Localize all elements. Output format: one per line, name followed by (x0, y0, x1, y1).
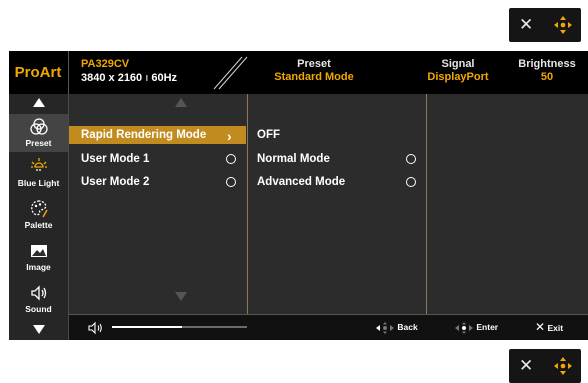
bottom-key-cap: ✕ (509, 349, 581, 383)
back-label: Back (397, 322, 418, 332)
sidebar-item-sound[interactable]: Sound (9, 283, 68, 319)
preset-status: Preset Standard Mode (249, 58, 379, 84)
resolution-info: 3840 x 2160 ı 60Hz (81, 72, 178, 84)
submenu-item-label: Normal Mode (257, 153, 330, 165)
resolution-value: 3840 x 2160 (81, 72, 143, 84)
brightness-value: 50 (540, 71, 554, 83)
osd-footer: Back Enter ✕ Exit (69, 314, 588, 340)
submenu-item-off[interactable]: OFF (245, 126, 425, 144)
signal-status: Signal DisplayPort (413, 58, 503, 84)
radio-button-icon[interactable] (406, 154, 416, 164)
sidebar-item-blue-light[interactable]: Blue Light (9, 157, 68, 193)
radio-button-icon[interactable] (226, 154, 236, 164)
brightness-status: Brightness 50 (509, 58, 585, 84)
menu-item-user-mode-1[interactable]: User Mode 1 (69, 150, 246, 168)
osd-header: ProArt PA329CV 3840 x 2160 ı 60Hz Preset… (9, 51, 588, 94)
preset-icon (29, 118, 48, 135)
brightness-label: Brightness (518, 58, 576, 70)
submenu-item-label: Advanced Mode (257, 176, 346, 188)
menu-item-label: User Mode 1 (81, 153, 150, 165)
sidebar-item-palette[interactable]: Palette (9, 199, 68, 235)
blue-light-icon (30, 158, 47, 171)
palette-icon (30, 200, 48, 218)
top-key-cap: ✕ (509, 8, 581, 42)
close-icon[interactable]: ✕ (519, 16, 533, 34)
radio-button-icon[interactable] (406, 177, 416, 187)
preset-label: Preset (297, 58, 331, 70)
joystick-left-icon (376, 321, 394, 334)
header-slash-decoration (213, 56, 248, 90)
chevron-right-icon: › (227, 128, 232, 144)
sidebar-scroll-up-icon[interactable] (33, 98, 45, 107)
exit-hint: ✕ Exit (535, 320, 563, 335)
menu-item-label: User Mode 2 (81, 176, 150, 188)
menu-item-rapid-rendering-mode[interactable]: Rapid Rendering Mode › (69, 126, 246, 144)
sidebar-item-label: Preset (25, 138, 52, 148)
submenu-item-normal-mode[interactable]: Normal Mode (245, 150, 425, 168)
sound-icon (30, 285, 46, 301)
volume-slider-fill (112, 326, 183, 328)
refresh-rate: 60Hz (151, 72, 178, 84)
column-divider (426, 94, 427, 314)
enter-label: Enter (476, 322, 499, 332)
back-hint: Back (375, 320, 418, 335)
menu-item-label: Rapid Rendering Mode (81, 129, 207, 141)
sidebar-scroll-down-icon[interactable] (33, 325, 45, 334)
footer-divider (69, 314, 588, 315)
sidebar-item-label: Blue Light (17, 178, 60, 188)
preset-value: Standard Mode (274, 71, 354, 83)
image-icon (30, 245, 47, 257)
menu-item-user-mode-2[interactable]: User Mode 2 (69, 173, 246, 191)
brand-logo: ProArt (14, 64, 62, 81)
submenu-item-advanced-mode[interactable]: Advanced Mode (245, 173, 425, 191)
close-icon[interactable]: ✕ (519, 357, 533, 375)
five-way-joystick-icon[interactable] (553, 356, 573, 376)
five-way-joystick-icon[interactable] (553, 15, 573, 35)
osd-menu: ProArt PA329CV 3840 x 2160 ı 60Hz Preset… (9, 51, 588, 340)
signal-value: DisplayPort (427, 71, 489, 83)
enter-hint: Enter (454, 320, 498, 335)
submenu-item-label: OFF (257, 129, 280, 141)
volume-slider[interactable] (112, 326, 247, 328)
radio-button-icon[interactable] (226, 177, 236, 187)
menu-scroll-up-icon[interactable] (175, 98, 187, 107)
volume-icon (88, 321, 102, 335)
header-divider (68, 51, 69, 94)
sidebar-item-label: Palette (24, 220, 53, 230)
menu-scroll-down-icon[interactable] (175, 292, 187, 301)
model-name: PA329CV (81, 58, 130, 70)
sidebar-item-preset[interactable]: Preset (9, 114, 68, 152)
close-icon: ✕ (535, 320, 546, 334)
signal-label: Signal (441, 58, 475, 70)
sidebar-item-label: Image (26, 262, 51, 272)
sidebar-item-image[interactable]: Image (9, 241, 68, 277)
sidebar-item-label: Sound (25, 304, 52, 314)
joystick-center-icon (455, 321, 473, 334)
exit-label: Exit (547, 323, 564, 333)
